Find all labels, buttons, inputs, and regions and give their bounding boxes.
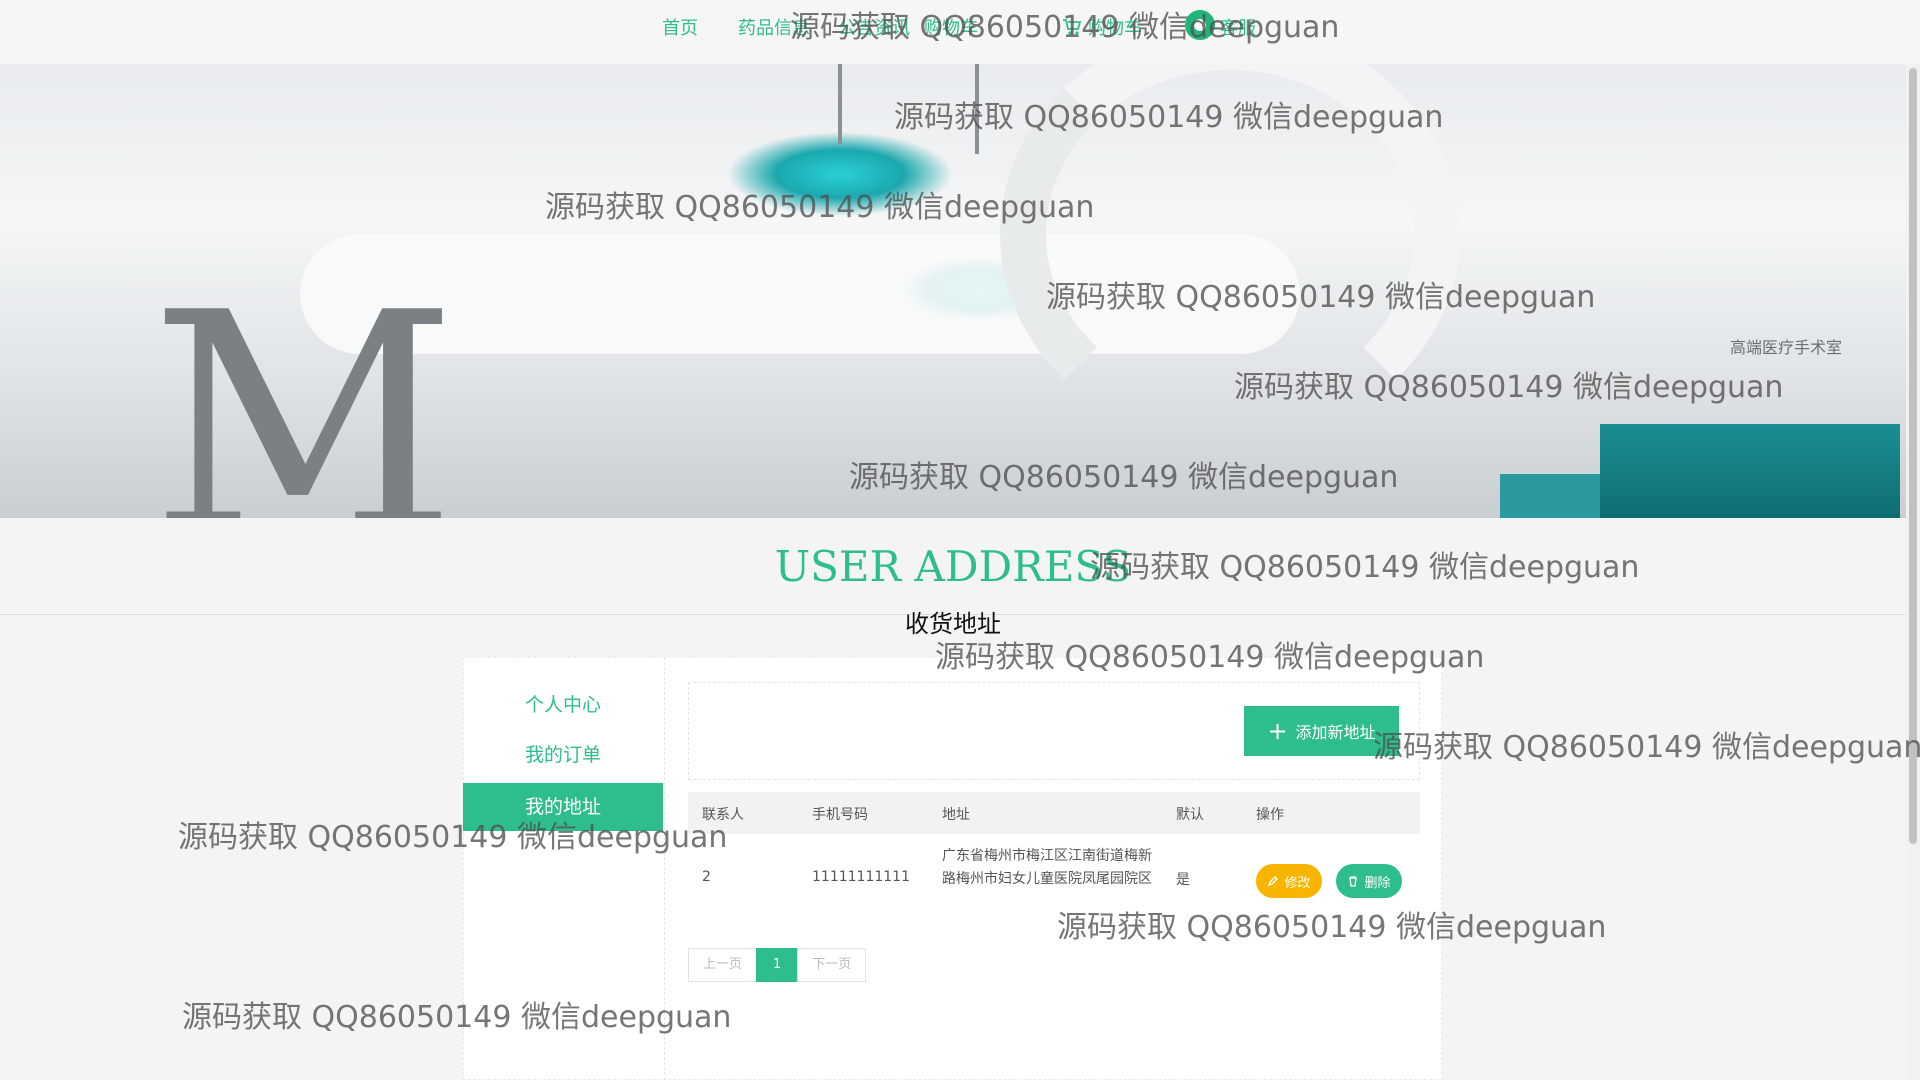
trash-icon: [1349, 876, 1358, 887]
nav-item-3[interactable]: 购物车: [924, 14, 978, 40]
cell-contact: 2: [702, 869, 711, 885]
delete-button[interactable]: 删除: [1336, 864, 1402, 898]
sidebar-item-orders[interactable]: 我的订单: [463, 731, 663, 779]
equipment-shape: [1600, 424, 1900, 518]
cell-phone: 11111111111: [812, 869, 910, 885]
cell-default: 是: [1176, 872, 1190, 888]
nav-cart-label: 购物车: [1088, 18, 1142, 39]
page-subtitle: 收货地址: [905, 610, 1001, 638]
page-number-button[interactable]: 1: [756, 948, 799, 982]
column-header: 联系人: [702, 807, 744, 823]
scrollbar-thumb[interactable]: [1909, 68, 1917, 844]
sidebar-item-address[interactable]: 我的地址: [463, 783, 663, 831]
pagination: 上一页 1 下一页: [688, 948, 867, 982]
cell-address: 广东省梅州市梅江区江南街道梅新路梅州市妇女儿童医院凤尾园院区: [942, 848, 1152, 887]
plus-icon: +: [1267, 717, 1288, 745]
c-arm-shape: [1000, 64, 1460, 444]
nav-service[interactable]: 客服: [1220, 14, 1256, 40]
column-header: 手机号码: [812, 807, 868, 823]
nav-news[interactable]: 公告资讯: [838, 14, 910, 40]
hero-banner-image: M 高端医疗手术室: [0, 64, 1906, 518]
edit-button[interactable]: 修改: [1256, 864, 1322, 898]
lamp-arm: [975, 64, 979, 154]
add-address-label: 添加新地址: [1295, 723, 1376, 742]
pencil-icon: [1268, 876, 1279, 887]
cart-icon: [1063, 19, 1082, 35]
service-icon[interactable]: [1185, 10, 1215, 40]
top-navigation: 首页 药品信息 公告资讯 购物车 购物车 客服: [0, 0, 1920, 64]
nav-drug-info[interactable]: 药品信息: [738, 14, 810, 40]
sidebar-item-profile[interactable]: 个人中心: [463, 681, 663, 729]
edit-label: 修改: [1284, 875, 1311, 891]
nav-cart[interactable]: 购物车: [1062, 14, 1142, 40]
table-header: 联系人 手机号码 地址 默认 操作: [688, 792, 1420, 834]
sidebar: 个人中心 我的订单 我的地址: [463, 657, 665, 1080]
column-header: 操作: [1256, 807, 1284, 823]
watermark-text: 源码获取 QQ86050149 微信deepguan: [1373, 730, 1920, 765]
column-header: 地址: [942, 807, 970, 823]
page-title: USER ADDRESS: [774, 542, 1132, 591]
delete-label: 删除: [1364, 875, 1391, 891]
add-address-button[interactable]: + 添加新地址: [1244, 706, 1399, 756]
wall-letter: M: [150, 249, 457, 519]
prev-page-button[interactable]: 上一页: [688, 948, 758, 982]
next-page-button[interactable]: 下一页: [797, 948, 867, 982]
lamp-arm: [838, 64, 842, 144]
column-header: 默认: [1176, 807, 1204, 823]
wall-sign: 高端医疗手术室: [1730, 338, 1843, 357]
nav-home[interactable]: 首页: [662, 14, 698, 40]
